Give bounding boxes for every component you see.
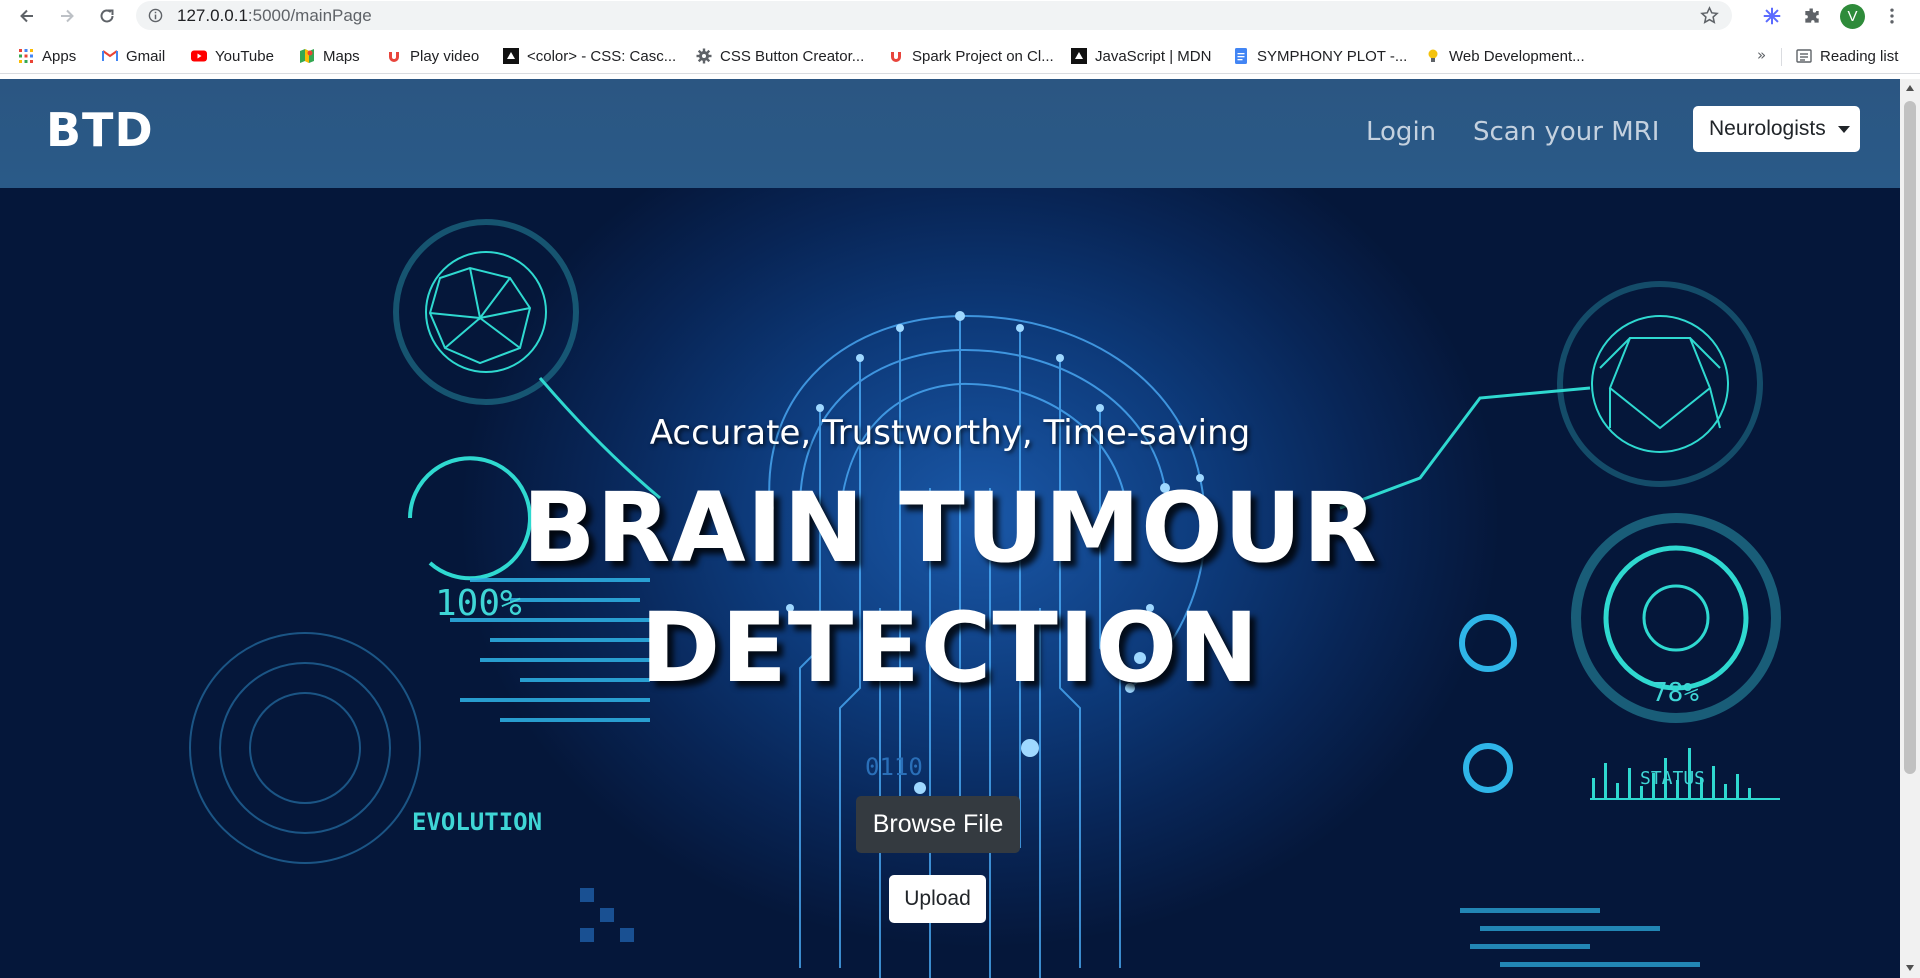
hud-binary-text: 0110 bbox=[865, 753, 923, 781]
headline-line-2: DETECTION bbox=[640, 592, 1260, 704]
bookmark-label: Web Development... bbox=[1449, 47, 1585, 65]
bookmark-css-button-creator[interactable]: CSS Button Creator... bbox=[696, 46, 864, 66]
reload-icon bbox=[100, 9, 114, 23]
web-page: BTD Login Scan your MRI Neurologists 100… bbox=[0, 79, 1900, 978]
site-navbar: BTD Login Scan your MRI Neurologists bbox=[0, 79, 1900, 188]
udemy-icon bbox=[389, 52, 399, 62]
bookmark-star-icon[interactable] bbox=[1700, 6, 1719, 25]
bookmark-web-development[interactable]: Web Development... bbox=[1425, 46, 1585, 66]
bottom-right-lines bbox=[1460, 908, 1700, 967]
lightbulb-icon bbox=[1428, 49, 1438, 62]
reload-button[interactable] bbox=[94, 3, 120, 29]
bookmark-label: JavaScript | MDN bbox=[1095, 47, 1212, 65]
udemy-icon bbox=[891, 52, 901, 62]
bookmark-label: YouTube bbox=[215, 47, 274, 65]
bookmarks-bar: Apps Gmail YouTube Maps Play video <colo… bbox=[0, 38, 1920, 74]
url-host: 127.0.0.1 bbox=[177, 6, 248, 25]
back-arrow-icon bbox=[20, 9, 33, 23]
reading-list-icon bbox=[1796, 49, 1812, 63]
mdn-icon bbox=[1071, 48, 1087, 64]
bookmark-play-video[interactable]: Play video bbox=[386, 46, 479, 66]
bookmark-css-color[interactable]: <color> - CSS: Casc... bbox=[503, 46, 676, 66]
profile-avatar[interactable]: V bbox=[1840, 4, 1865, 29]
bookmark-youtube[interactable]: YouTube bbox=[191, 46, 274, 66]
reading-list-button[interactable]: Reading list bbox=[1796, 46, 1898, 66]
bookmark-label: Apps bbox=[42, 47, 77, 65]
forward-arrow-icon bbox=[61, 9, 74, 23]
bookmark-label: Gmail bbox=[126, 47, 166, 65]
bookmarks-divider bbox=[1781, 48, 1782, 66]
bookmark-label: CSS Button Creator... bbox=[720, 47, 865, 65]
brand-logo[interactable]: BTD bbox=[46, 103, 154, 157]
dropdown-label: Neurologists bbox=[1709, 117, 1826, 140]
bookmark-maps[interactable]: Maps bbox=[299, 46, 360, 66]
hero-headline: BRAIN TUMOUR DETECTION bbox=[0, 468, 1900, 708]
url-path: :5000/mainPage bbox=[247, 6, 372, 25]
bookmark-gmail[interactable]: Gmail bbox=[102, 46, 165, 66]
bookmark-label: SYMPHONY PLOT -... bbox=[1257, 47, 1408, 65]
bookmark-apps[interactable]: Apps bbox=[18, 46, 76, 66]
nav-link-login[interactable]: Login bbox=[1366, 117, 1436, 147]
hud-evolution-label: EVOLUTION bbox=[412, 808, 543, 836]
url-text[interactable]: 127.0.0.1:5000/mainPage bbox=[177, 6, 372, 26]
apps-grid-icon bbox=[19, 49, 33, 63]
gmail-icon bbox=[102, 50, 118, 61]
maps-icon bbox=[300, 49, 314, 63]
gear-icon bbox=[696, 48, 712, 64]
hero-tagline: Accurate, Trustworthy, Time-saving bbox=[649, 413, 1251, 453]
site-info-icon[interactable] bbox=[148, 8, 163, 23]
chrome-menu-icon[interactable] bbox=[1880, 4, 1904, 28]
browser-toolbar: 127.0.0.1:5000/mainPage V bbox=[0, 0, 1920, 33]
bookmark-spark-project[interactable]: Spark Project on Cl... bbox=[888, 46, 1054, 66]
bookmark-label: Play video bbox=[410, 47, 480, 65]
mdn-icon bbox=[503, 48, 519, 64]
bookmarks-overflow-button[interactable]: » bbox=[1757, 46, 1766, 64]
upload-button[interactable]: Upload bbox=[889, 875, 986, 923]
address-bar[interactable]: 127.0.0.1:5000/mainPage bbox=[136, 1, 1732, 30]
bookmark-label: Spark Project on Cl... bbox=[912, 47, 1054, 65]
bottom-left-squares bbox=[580, 888, 634, 942]
back-button[interactable] bbox=[14, 3, 40, 29]
reading-list-label: Reading list bbox=[1820, 47, 1899, 65]
extensions-puzzle-icon[interactable] bbox=[1800, 4, 1824, 28]
browse-file-button[interactable]: Browse File bbox=[856, 796, 1020, 853]
bookmark-label: <color> - CSS: Casc... bbox=[527, 47, 677, 65]
scrollbar-thumb[interactable] bbox=[1904, 101, 1916, 774]
caret-down-icon bbox=[1837, 125, 1850, 133]
left-network-sphere bbox=[393, 219, 661, 500]
bookmark-label: Maps bbox=[323, 47, 360, 65]
nav-link-scan-mri[interactable]: Scan your MRI bbox=[1473, 117, 1659, 147]
bookmark-javascript-mdn[interactable]: JavaScript | MDN bbox=[1071, 46, 1211, 66]
bookmark-symphony-plot[interactable]: SYMPHONY PLOT -... bbox=[1233, 46, 1407, 66]
page-scrollbar[interactable] bbox=[1900, 79, 1920, 978]
extension-snowflake-icon[interactable] bbox=[1760, 4, 1784, 28]
hud-status-label: STATUS bbox=[1640, 768, 1706, 789]
neurologists-dropdown[interactable]: Neurologists bbox=[1693, 106, 1860, 152]
youtube-icon bbox=[191, 50, 207, 62]
docs-icon bbox=[1235, 48, 1247, 64]
scroll-up-arrow-icon[interactable] bbox=[1906, 85, 1914, 91]
forward-button[interactable] bbox=[54, 3, 80, 29]
headline-line-1: BRAIN TUMOUR bbox=[522, 472, 1378, 584]
scroll-down-arrow-icon[interactable] bbox=[1906, 965, 1914, 971]
hero-section: 100% 78% STATUS EVOLUTION 0110 Accurate,… bbox=[0, 188, 1900, 978]
